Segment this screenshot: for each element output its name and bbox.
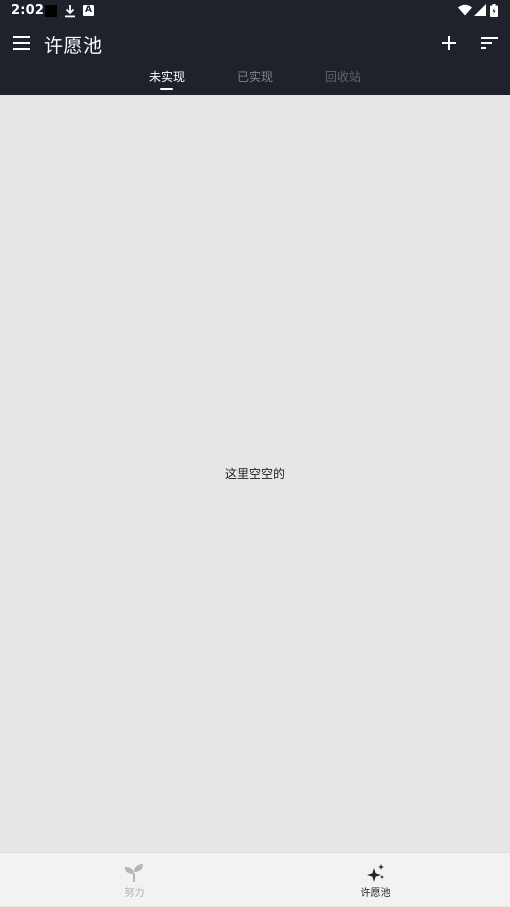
sort-icon[interactable] xyxy=(480,35,500,51)
nav-item-effort[interactable]: 努力 xyxy=(0,853,255,907)
signal-icon xyxy=(474,4,486,16)
a-notification-icon: A xyxy=(83,5,94,16)
nav-label-effort: 努力 xyxy=(124,888,145,899)
sparkles-icon xyxy=(367,864,384,882)
status-bar: 2:02 A xyxy=(0,0,510,22)
status-time: 2:02 xyxy=(11,3,45,18)
tab-unrealized[interactable]: 未实现 xyxy=(149,68,185,85)
nav-item-wishing-pool[interactable]: 许愿池 xyxy=(255,853,510,907)
app-bar: 许愿池 未实现 已实现 回收站 xyxy=(0,22,510,95)
tab-indicator xyxy=(160,88,173,90)
bottom-navigation: 努力 许愿池 xyxy=(0,852,510,906)
wish-list-area: 这里空空的 xyxy=(0,95,510,852)
plus-icon[interactable] xyxy=(439,33,459,53)
wifi-icon xyxy=(458,4,472,16)
page-title: 许愿池 xyxy=(44,35,103,57)
battery-icon xyxy=(490,4,498,17)
tab-realized[interactable]: 已实现 xyxy=(237,68,273,85)
tab-recycle-bin[interactable]: 回收站 xyxy=(325,68,361,85)
sprout-icon xyxy=(125,864,143,882)
menu-icon[interactable] xyxy=(12,34,32,52)
empty-state-message: 这里空空的 xyxy=(224,467,285,481)
nav-label-wishing-pool: 许愿池 xyxy=(360,888,391,899)
app-notification-icon xyxy=(45,5,57,17)
download-icon xyxy=(65,5,75,18)
